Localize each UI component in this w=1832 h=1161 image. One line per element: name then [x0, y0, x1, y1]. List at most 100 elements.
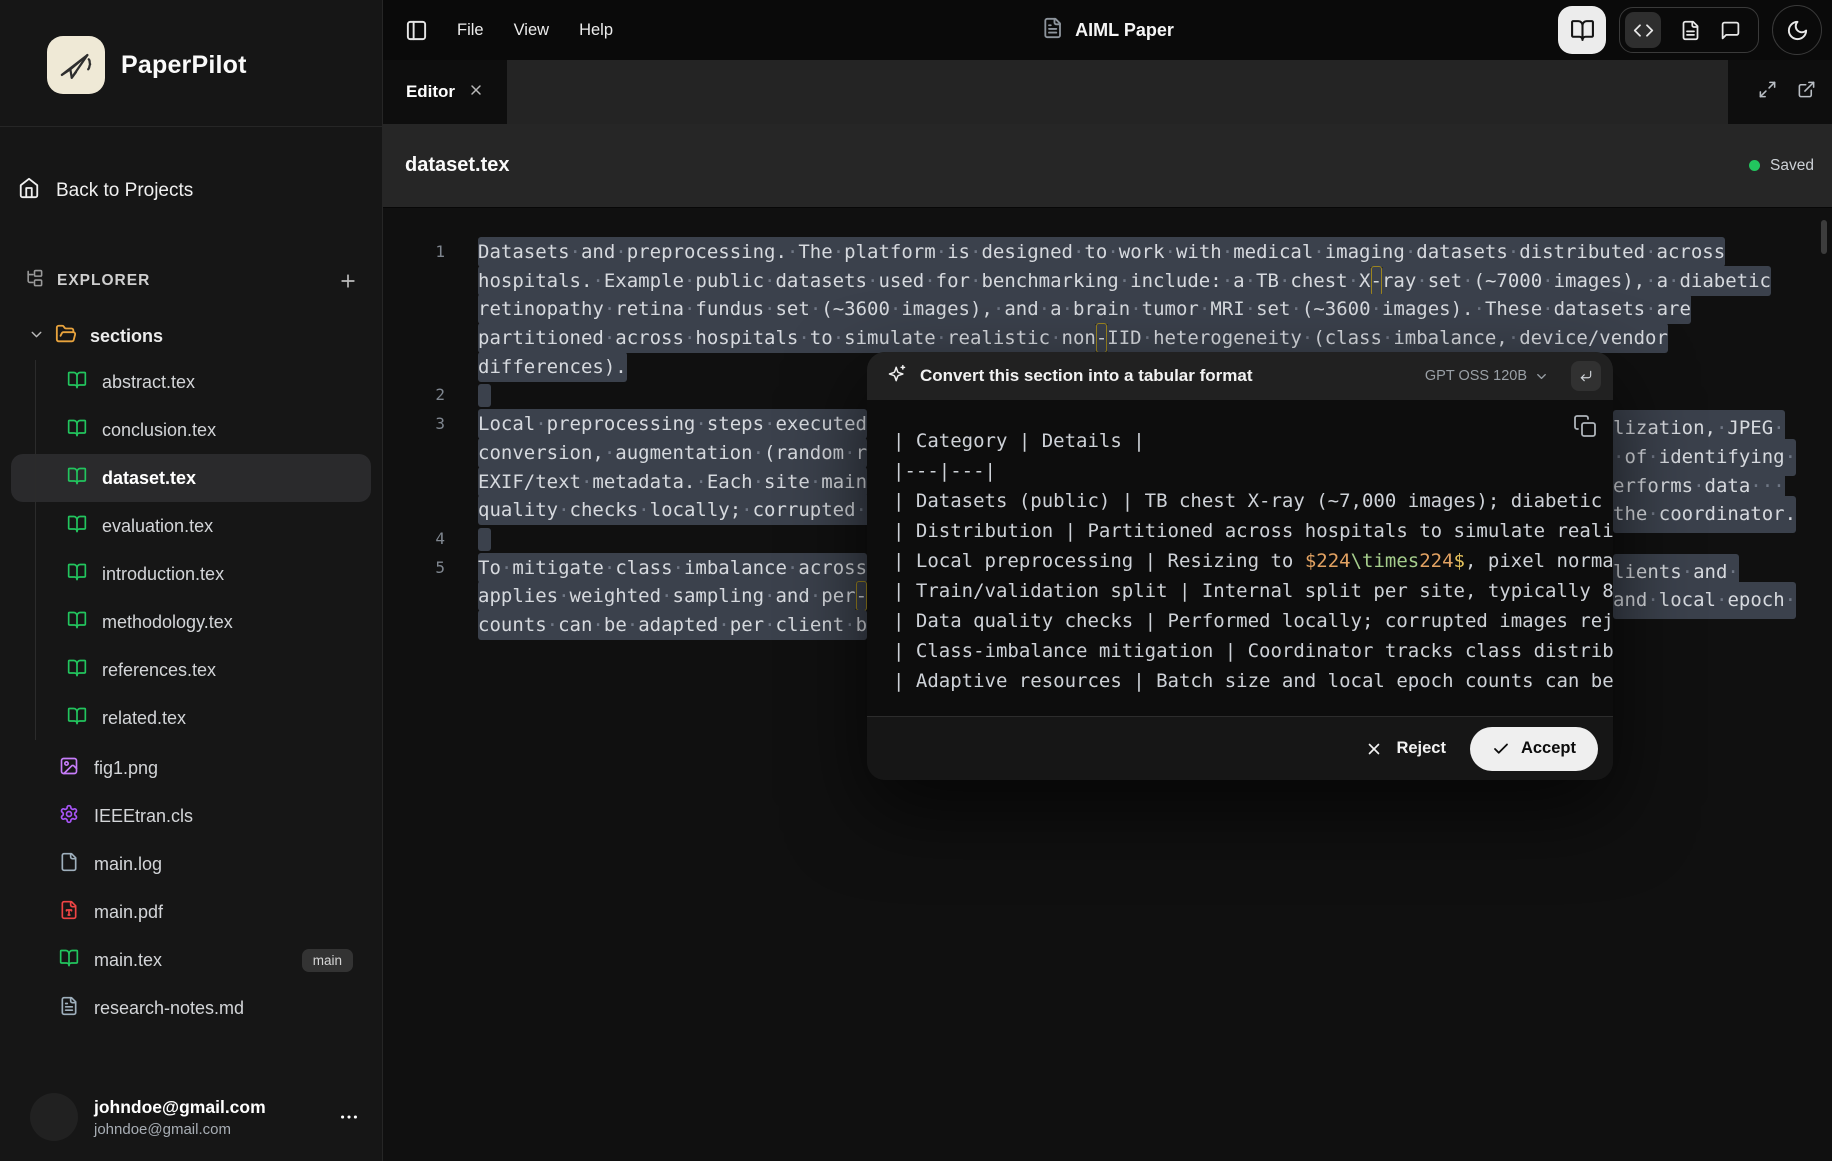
reject-button[interactable]: Reject [1349, 729, 1462, 768]
empty-line-selection [478, 384, 491, 407]
file-references.tex[interactable]: references.tex [11, 646, 371, 694]
file-dataset.tex[interactable]: dataset.tex [11, 454, 371, 502]
selected-text: EXIF/text·metadata.·Each·site·main [478, 467, 867, 497]
popup-result-body: | Category | Details ||---|---|| Dataset… [867, 400, 1613, 716]
file-label: main.log [94, 854, 162, 875]
file-main.tex[interactable]: main.texmain [11, 936, 371, 984]
maximize-icon[interactable] [1758, 80, 1777, 104]
whitespace-dot: · [581, 471, 592, 493]
whitespace-dot: · [1073, 241, 1084, 263]
image-icon [59, 756, 79, 781]
file-label: evaluation.tex [102, 516, 213, 537]
sparkle-icon [887, 364, 907, 389]
accept-label: Accept [1521, 739, 1576, 758]
file-label: related.tex [102, 708, 186, 729]
whitespace-dot: · [833, 241, 844, 263]
file-main.pdf[interactable]: main.pdf [11, 888, 371, 936]
editor-line-1-wrap3[interactable]: retinopathy·retina·fundus·set·(~3600·ima… [383, 295, 1832, 324]
copy-icon[interactable] [1573, 414, 1597, 443]
whitespace-dot: · [787, 557, 798, 579]
whitespace-dot: · [1647, 503, 1658, 525]
whitespace-dot: · [615, 241, 626, 263]
explorer-label: EXPLORER [57, 272, 338, 290]
book-open-icon [59, 948, 79, 973]
whitespace-dot: · [970, 241, 981, 263]
popup-table-row-8: | Class-imbalance mitigation | Coordinat… [893, 636, 1613, 666]
file-label: fig1.png [94, 758, 158, 779]
file-conclusion.tex[interactable]: conclusion.tex [11, 406, 371, 454]
code-view-button[interactable] [1625, 12, 1661, 48]
whitespace-dot: · [1785, 446, 1796, 468]
menu-help[interactable]: Help [564, 13, 628, 48]
file-evaluation.tex[interactable]: evaluation.tex [11, 502, 371, 550]
document-icon [1041, 17, 1063, 44]
whitespace-dot: · [1508, 241, 1519, 263]
file-main.log[interactable]: main.log [11, 840, 371, 888]
pdf-view-button[interactable] [1680, 20, 1701, 41]
whitespace-dot: · [1222, 241, 1233, 263]
editor-line-1-wrap1[interactable]: 1Datasets·and·preprocessing.·The·platfor… [383, 238, 1832, 267]
editor-line-1-wrap2[interactable]: hospitals.·Example·public·datasets·used·… [383, 267, 1832, 296]
saved-label: Saved [1770, 157, 1814, 175]
latex-token: \times [1351, 550, 1420, 572]
view-switcher-group [1619, 7, 1759, 53]
whitespace-dot: · [936, 327, 947, 349]
selected-text: ray·set·(~7000·images),·a·diabetic [1382, 266, 1771, 296]
chat-view-button[interactable] [1720, 20, 1741, 41]
table-text: | Adaptive resources | Batch size and lo… [893, 670, 1613, 692]
user-menu-button[interactable] [338, 1106, 360, 1128]
main-area: FileViewHelp AIML Paper [383, 0, 1832, 1161]
file-abstract.tex[interactable]: abstract.tex [11, 358, 371, 406]
file-label: IEEEtran.cls [94, 806, 193, 827]
whitespace-dot: · [1039, 298, 1050, 320]
submit-prompt-button[interactable] [1571, 361, 1601, 391]
whitespace-dot: · [1682, 561, 1693, 583]
ai-suggestion-popup: Convert this section into a tabular form… [867, 352, 1613, 780]
top-menu-bar: FileViewHelp AIML Paper [383, 0, 1832, 60]
whitespace-dot: · [867, 270, 878, 292]
selected-text: Datasets·and·preprocessing.·The·platform… [478, 237, 1725, 267]
dark-mode-toggle[interactable] [1772, 5, 1822, 55]
folder-sections[interactable]: sections [28, 323, 382, 350]
app-root: PaperPilot Back to Projects EXPLORER [0, 0, 1832, 1161]
back-to-projects-button[interactable]: Back to Projects [18, 177, 382, 205]
model-selector[interactable]: GPT OSS 120B [1425, 368, 1549, 384]
whitespace-dot: · [1245, 270, 1256, 292]
whitespace-dot: · [1119, 270, 1130, 292]
whitespace-dot: · [604, 327, 615, 349]
whitespace-dot: · [1645, 241, 1656, 263]
whitespace-dot: · [1750, 475, 1761, 497]
file-introduction.tex[interactable]: introduction.tex [11, 550, 371, 598]
file-related.tex[interactable]: related.tex [11, 694, 371, 742]
selected-text: quality·checks·locally;·corrupted·i [478, 495, 878, 525]
accept-button[interactable]: Accept [1470, 727, 1598, 771]
popup-table-row-2: |---|---| [893, 456, 1613, 486]
whitespace-dot: · [604, 298, 615, 320]
menu-file[interactable]: File [442, 13, 499, 48]
whitespace-dot: · [1062, 298, 1073, 320]
file-fig1.png[interactable]: fig1.png [11, 744, 371, 792]
file-research-notes.md[interactable]: research-notes.md [11, 984, 371, 1032]
check-icon [1492, 740, 1510, 758]
menu-view[interactable]: View [499, 13, 564, 48]
tab-editor[interactable]: Editor [383, 60, 507, 124]
file-icon [59, 852, 79, 877]
file-methodology.tex[interactable]: methodology.tex [11, 598, 371, 646]
open-external-icon[interactable] [1797, 80, 1816, 104]
whitespace-dot: · [1773, 417, 1784, 439]
whitespace-dot: · [890, 298, 901, 320]
file-IEEEtran.cls[interactable]: IEEEtran.cls [11, 792, 371, 840]
close-tab-icon[interactable] [468, 82, 484, 103]
whitespace-dot: · [764, 270, 775, 292]
book-open-icon [67, 514, 87, 539]
user-account-row[interactable]: johndoe@gmail.com johndoe@gmail.com [0, 1093, 382, 1161]
whitespace-dot: · [764, 585, 775, 607]
file-label: dataset.tex [102, 468, 196, 489]
editor-line-1-wrap4[interactable]: partitioned·across·hospitals·to·simulate… [383, 324, 1832, 353]
add-file-button[interactable] [338, 271, 358, 291]
file-label: main.tex [94, 950, 162, 971]
settings-icon [59, 804, 79, 829]
saved-dot-icon [1749, 160, 1760, 171]
toggle-sidebar-button[interactable] [405, 19, 428, 42]
reader-mode-button[interactable] [1558, 6, 1606, 54]
